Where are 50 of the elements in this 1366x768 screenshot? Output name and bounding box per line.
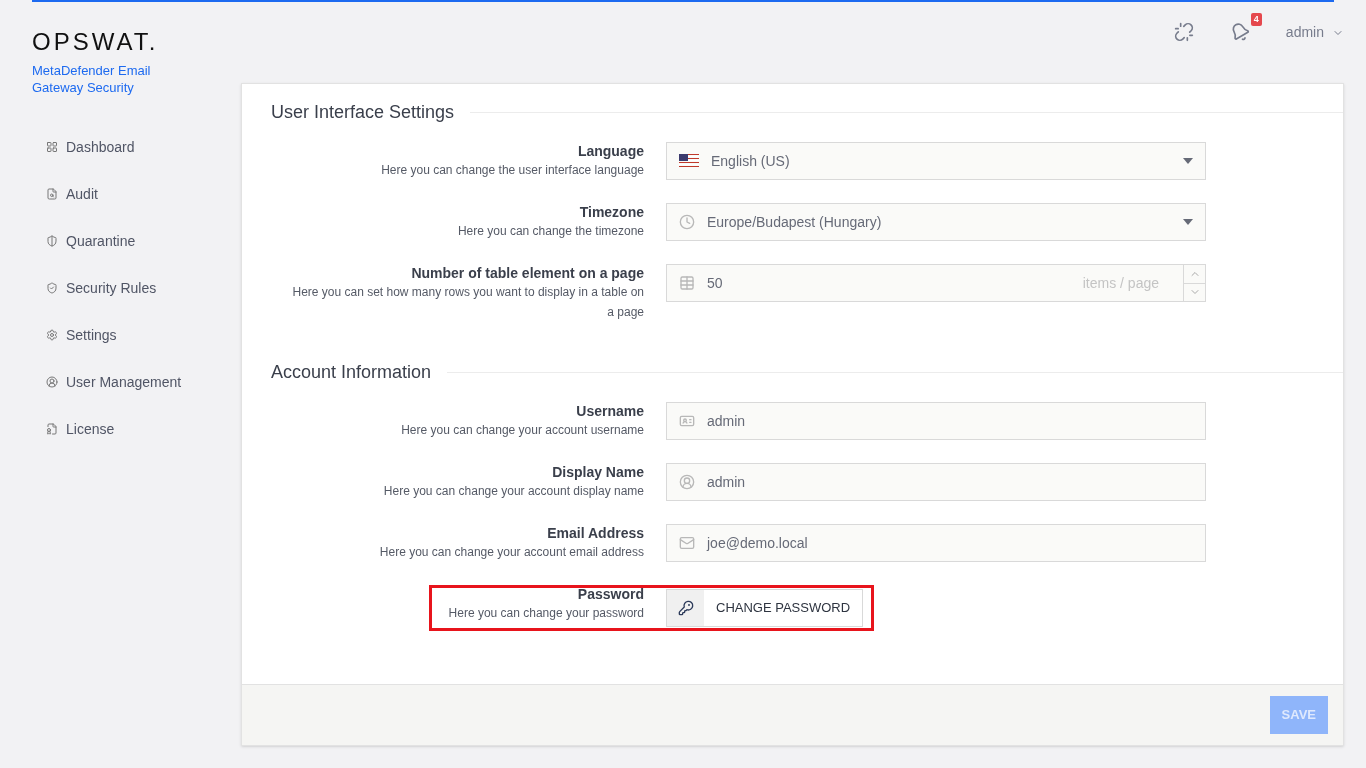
unlink-icon[interactable] [1173, 22, 1194, 42]
field-hint: Here you can set how many rows you want to display in a table on a page [291, 284, 644, 321]
input-field[interactable]: joe@demo.local [666, 524, 1206, 562]
grid-icon [46, 141, 58, 153]
user-circle-icon [46, 376, 58, 388]
field-label: Timezone [578, 203, 644, 221]
sidebar-item[interactable]: Dashboard [46, 136, 241, 158]
table-icon [679, 275, 695, 291]
field-hint: Here you can change your account username [400, 422, 644, 439]
section-title: User Interface Settings [270, 101, 456, 124]
logo: OPSWAT. [32, 30, 160, 54]
sidebar-item[interactable]: Security Rules [46, 277, 241, 299]
input-field[interactable]: admin [666, 402, 1206, 440]
document-search-icon [46, 188, 58, 200]
sidebar-item[interactable]: Quarantine [46, 230, 241, 252]
section-title: Account Information [270, 361, 433, 384]
notification-badge: 4 [1250, 13, 1262, 26]
id-card-icon [679, 413, 695, 429]
select-field[interactable]: English (US) [666, 142, 1206, 180]
caret-icon [1183, 158, 1193, 164]
settings-icon [46, 329, 58, 341]
field-hint: Here you can change your password [447, 605, 644, 622]
shield-check-icon [46, 282, 58, 294]
document-badge-icon [46, 423, 58, 435]
field-hint: Here you can change the user interface language [380, 162, 644, 179]
field-hint: Here you can change the timezone [456, 223, 644, 240]
shield-icon [46, 235, 58, 247]
sidebar-item[interactable]: User Management [46, 371, 241, 393]
sidebar-item[interactable]: License [46, 418, 241, 440]
field-hint: Here you can change your account email address [378, 544, 644, 561]
field-hint: Here you can change your account display name [382, 483, 644, 500]
field-label: Number of table element on a page [410, 264, 644, 282]
product-name: MetaDefender Email Gateway Security [32, 62, 152, 96]
user-menu[interactable]: admin [1285, 22, 1344, 43]
input-field[interactable]: admin [666, 463, 1206, 501]
us-flag-icon [679, 154, 699, 168]
caret-icon [1183, 219, 1193, 225]
mail-icon [679, 535, 695, 551]
field-label: Language [576, 142, 644, 160]
user-circle-icon [679, 474, 695, 490]
clock-icon [679, 214, 695, 230]
select-field[interactable]: Europe/Budapest (Hungary) [666, 203, 1206, 241]
field-label: Email Address [546, 524, 644, 542]
key-icon [677, 600, 694, 616]
field-label: Password [576, 585, 644, 603]
field-label: Display Name [551, 463, 644, 481]
change-password-button[interactable]: CHANGE PASSWORD [666, 589, 864, 627]
sidebar-item[interactable]: Settings [46, 324, 241, 346]
sidebar-item[interactable]: Audit [46, 183, 241, 205]
field-label: Username [575, 402, 644, 420]
